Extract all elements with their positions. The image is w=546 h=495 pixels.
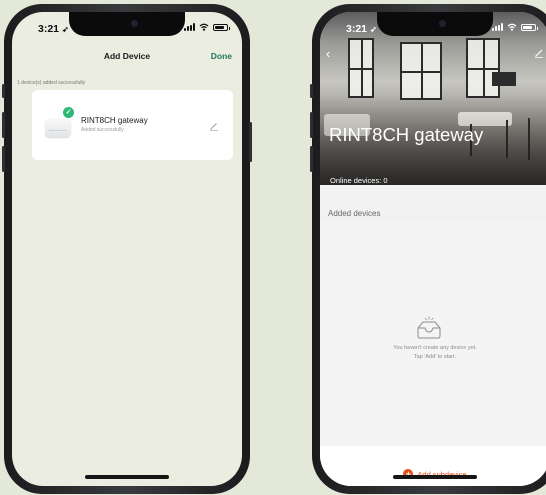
- home-indicator: [393, 475, 477, 479]
- status-time: 3:21 ➶: [346, 23, 377, 35]
- page-title: Add Device: [103, 51, 151, 61]
- status-icons: [184, 23, 230, 31]
- camera: [439, 20, 446, 27]
- hero-wall-screen: [492, 72, 516, 86]
- battery-icon: [213, 23, 230, 31]
- bottom-bar: [320, 446, 546, 486]
- status-time-text: 3:21: [38, 23, 60, 35]
- gateway-thumbnail: ✓: [45, 107, 74, 138]
- signal-icon: [492, 23, 503, 31]
- hero-window: [400, 42, 442, 100]
- battery-icon: [521, 23, 538, 31]
- device-card[interactable]: ✓ RINT8CH gateway Added successfully: [32, 90, 233, 160]
- location-arrow-icon: ➶: [369, 25, 377, 34]
- gateway-detail-screen: 3:21 ➶ ‹ RINT8CH gateway Online devices:…: [320, 12, 546, 486]
- done-button[interactable]: Done: [211, 51, 232, 61]
- check-icon: ✓: [63, 107, 74, 118]
- home-indicator: [85, 475, 169, 479]
- empty-tray-icon: [417, 316, 441, 339]
- gateway-title: RINT8CH gateway: [329, 124, 484, 145]
- phone-right: 3:21 ➶ ‹ RINT8CH gateway Online devices:…: [310, 4, 546, 494]
- notch: [377, 12, 493, 36]
- hero-window: [466, 38, 500, 98]
- empty-state-line1: You haven't create any device yet.: [393, 345, 477, 351]
- edit-pencil-icon[interactable]: [534, 48, 544, 58]
- hero-window: [348, 38, 374, 98]
- volume-down-button: [2, 146, 5, 172]
- add-device-screen: 3:21 ➶ Add Device Done 1 device(s) added…: [12, 12, 242, 486]
- status-time-text: 3:21: [346, 23, 368, 35]
- empty-state-line2: Tap 'Add' to start.: [413, 354, 457, 360]
- wifi-icon: [507, 23, 517, 31]
- notch: [69, 12, 185, 36]
- status-icons: [492, 23, 538, 31]
- status-time: 3:21 ➶: [38, 23, 69, 35]
- device-status: Added successfully: [81, 127, 124, 133]
- online-devices-count: Online devices: 0: [330, 176, 388, 185]
- edit-pencil-icon[interactable]: [209, 121, 219, 131]
- volume-up-button: [2, 112, 5, 138]
- wifi-icon: [199, 23, 209, 31]
- power-button: [249, 122, 252, 162]
- added-devices-label: Added devices: [328, 209, 381, 218]
- volume-up-button: [310, 112, 313, 138]
- empty-state-text: You haven't create any device yet. Tap '…: [320, 344, 546, 362]
- device-name: RINT8CH gateway: [81, 116, 148, 125]
- gateway-image: [45, 118, 71, 137]
- success-note: 1 device(s) added successfully: [17, 80, 86, 86]
- phone-left: 3:21 ➶ Add Device Done 1 device(s) added…: [2, 4, 252, 494]
- volume-down-button: [310, 146, 313, 172]
- location-arrow-icon: ➶: [61, 25, 69, 34]
- camera: [131, 20, 138, 27]
- back-chevron-icon[interactable]: ‹: [326, 46, 330, 61]
- signal-icon: [184, 23, 195, 31]
- mute-switch: [310, 84, 313, 98]
- mute-switch: [2, 84, 5, 98]
